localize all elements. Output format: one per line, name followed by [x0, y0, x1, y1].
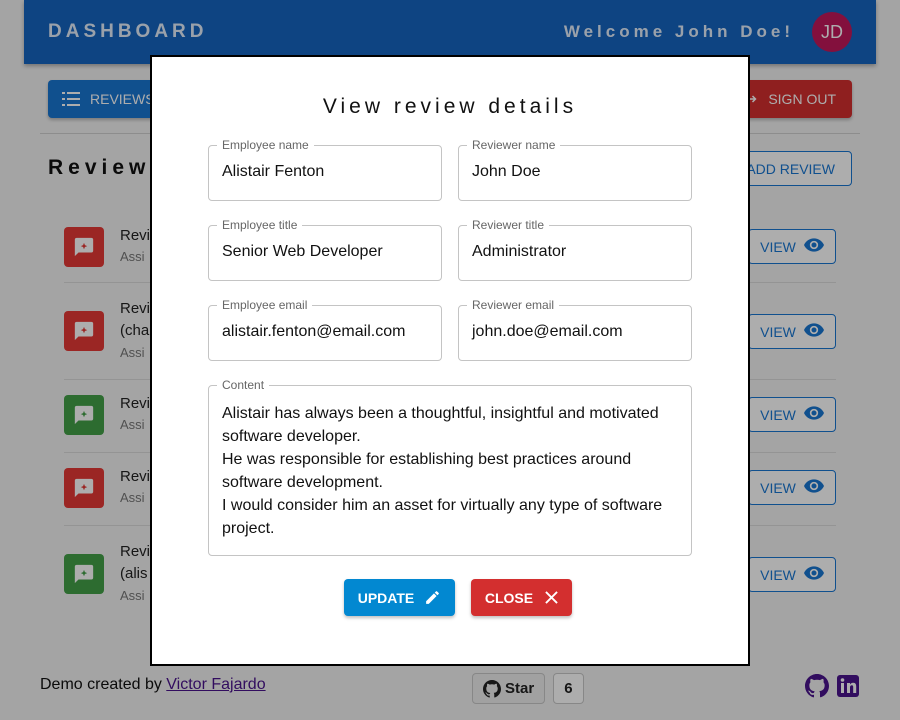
- content-field[interactable]: Content Alistair has always been a thoug…: [208, 377, 692, 556]
- close-icon: [545, 591, 558, 604]
- reviewer-name-value: John Doe: [472, 163, 541, 180]
- employee-title-label: Employee title: [217, 217, 303, 233]
- pencil-icon: [426, 591, 440, 604]
- reviewer-title-label: Reviewer title: [467, 217, 550, 233]
- employee-name-value: Alistair Fenton: [222, 163, 325, 180]
- reviewer-email-value: john.doe@email.com: [472, 323, 623, 340]
- reviewer-email-label: Reviewer email: [467, 297, 560, 313]
- employee-name-field[interactable]: Employee name Alistair Fenton: [208, 137, 442, 201]
- update-button[interactable]: UPDATE: [344, 579, 455, 616]
- employee-email-field[interactable]: Employee email alistair.fenton@email.com: [208, 297, 442, 361]
- reviewer-title-field[interactable]: Reviewer title Administrator: [458, 217, 692, 281]
- content-label: Content: [217, 377, 270, 393]
- close-button-label: CLOSE: [484, 589, 534, 606]
- content-value: Alistair has always been a thoughtful, i…: [222, 405, 663, 537]
- review-details-dialog: View review details Employee name Alista…: [150, 55, 750, 666]
- employee-name-label: Employee name: [217, 137, 314, 153]
- dialog-title: View review details: [322, 95, 578, 118]
- update-button-label: UPDATE: [357, 589, 415, 606]
- employee-email-label: Employee email: [217, 297, 313, 313]
- reviewer-name-field[interactable]: Reviewer name John Doe: [458, 137, 692, 201]
- reviewer-title-value: Administrator: [472, 243, 567, 260]
- employee-title-field[interactable]: Employee title Senior Web Developer: [208, 217, 442, 281]
- reviewer-name-label: Reviewer name: [467, 137, 561, 153]
- employee-email-value: alistair.fenton@email.com: [222, 323, 406, 340]
- reviewer-email-field[interactable]: Reviewer email john.doe@email.com: [458, 297, 692, 361]
- close-button[interactable]: CLOSE: [471, 579, 572, 616]
- employee-title-value: Senior Web Developer: [222, 243, 383, 260]
